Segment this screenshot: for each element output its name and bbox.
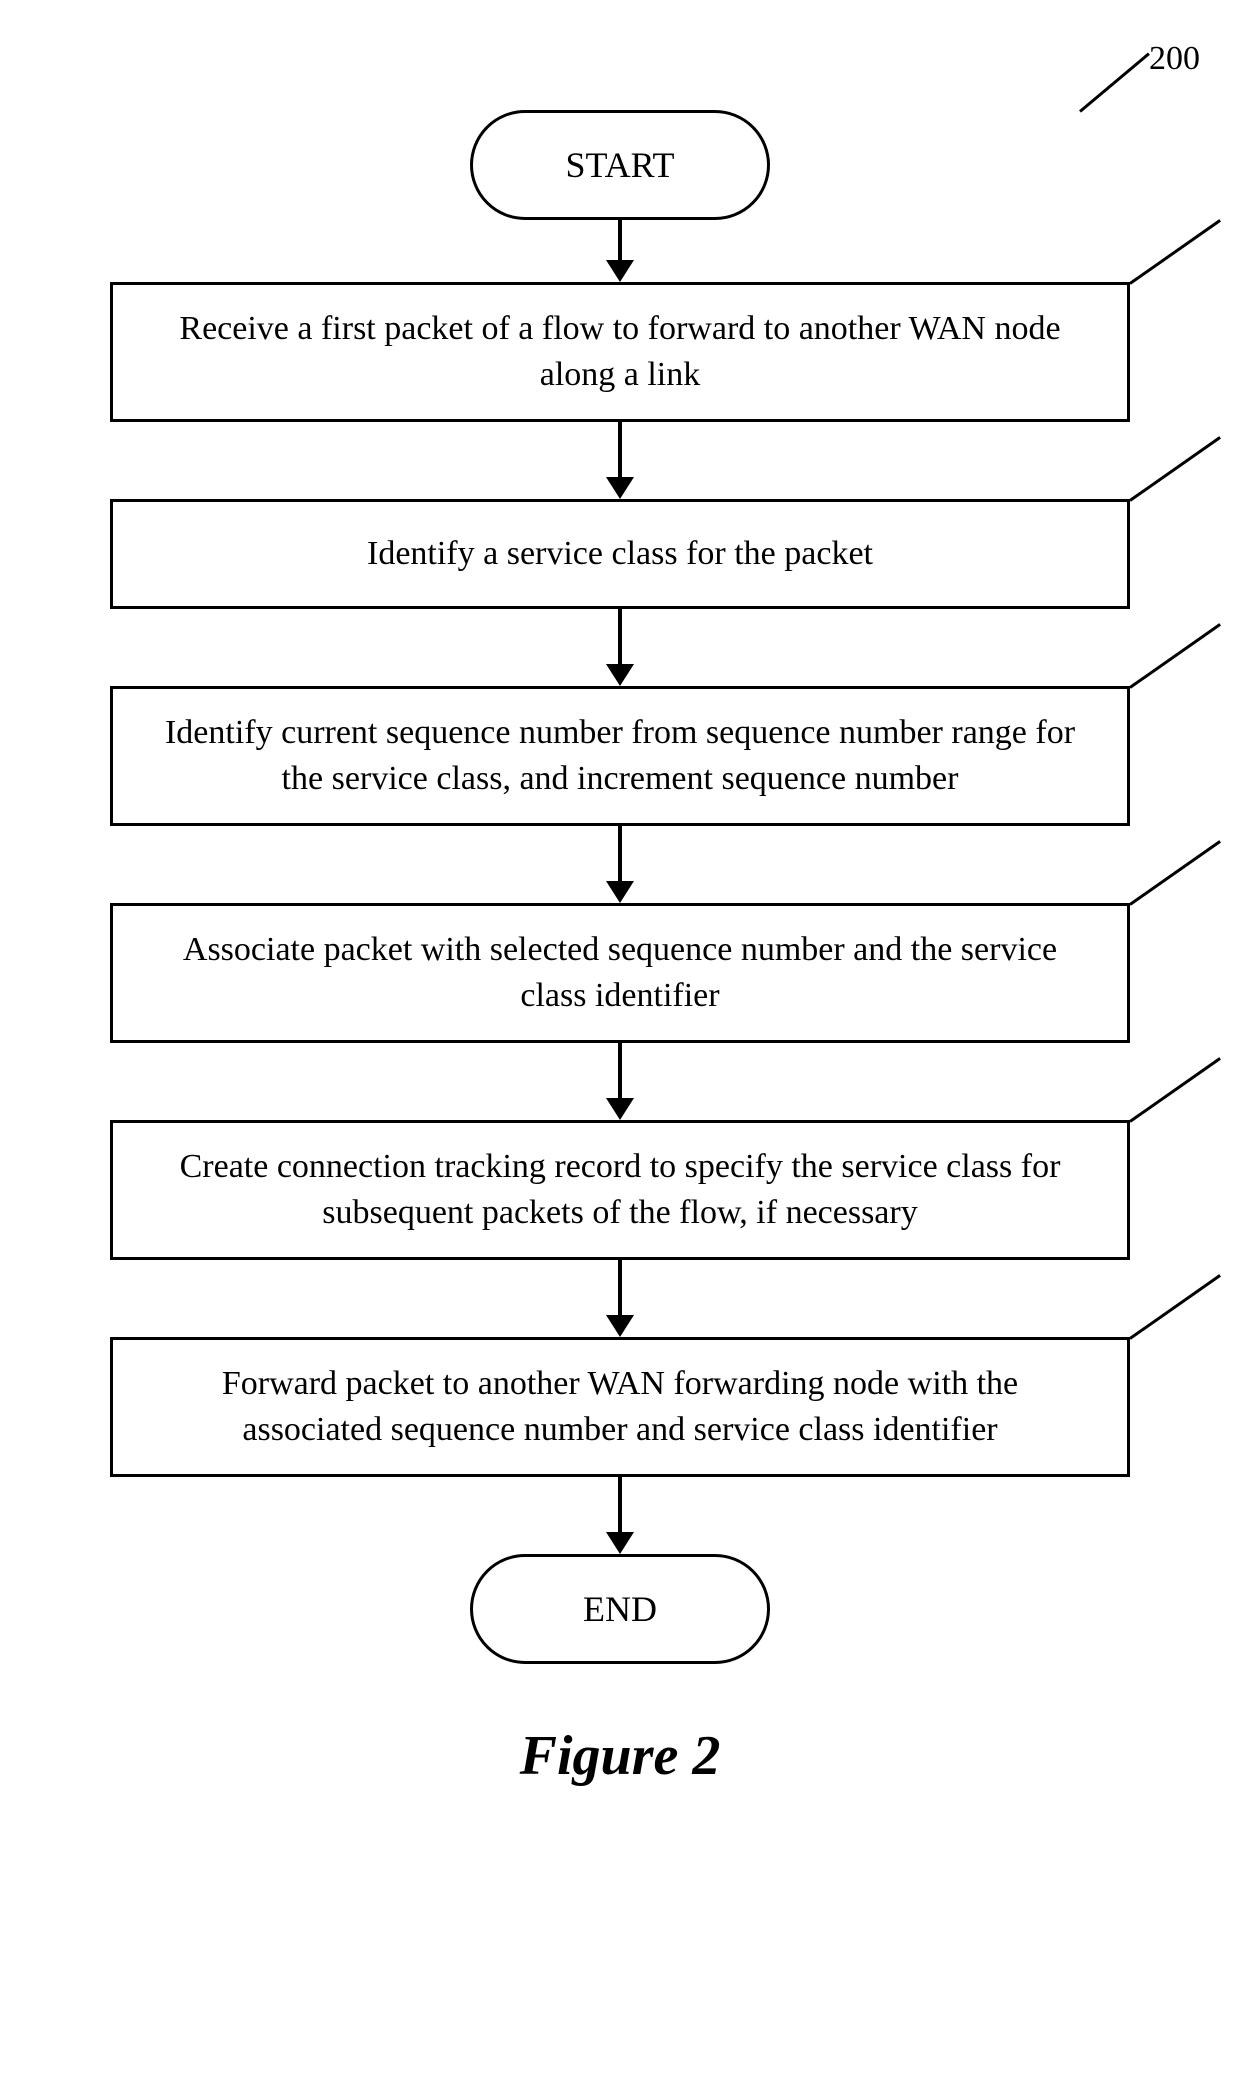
step-text: Forward packet to another WAN forwarding… [153,1361,1087,1453]
figure-caption: Figure 2 [520,1724,721,1788]
flow-column: START Receive a first packet of a flow t… [0,40,1240,1788]
start-label: START [566,144,675,186]
ref-leader [1129,1274,1221,1340]
ref-leader [1129,623,1221,689]
step-230: Forward packet to another WAN forwarding… [110,1337,1130,1477]
step-210: Identify a service class for the packet [110,499,1130,609]
ref-leader [1129,1057,1221,1123]
step-205: Receive a first packet of a flow to forw… [110,282,1130,422]
ref-leader [1129,219,1221,285]
end-label: END [583,1588,657,1630]
step-text: Create connection tracking record to spe… [153,1144,1087,1236]
step-text: Associate packet with selected sequence … [153,927,1087,1019]
step-text: Identify current sequence number from se… [153,710,1087,802]
start-terminal: START [470,110,770,220]
step-215: Identify current sequence number from se… [110,686,1130,826]
step-text: Receive a first packet of a flow to forw… [153,306,1087,398]
ref-leader [1129,436,1221,502]
flowchart-canvas: 200 START Receive a first packet of a fl… [0,40,1240,1788]
end-terminal: END [470,1554,770,1664]
figure-ref-label: 200 [1149,40,1200,78]
ref-leader [1129,840,1221,906]
step-text: Identify a service class for the packet [367,531,873,577]
step-220: Associate packet with selected sequence … [110,903,1130,1043]
step-225: Create connection tracking record to spe… [110,1120,1130,1260]
